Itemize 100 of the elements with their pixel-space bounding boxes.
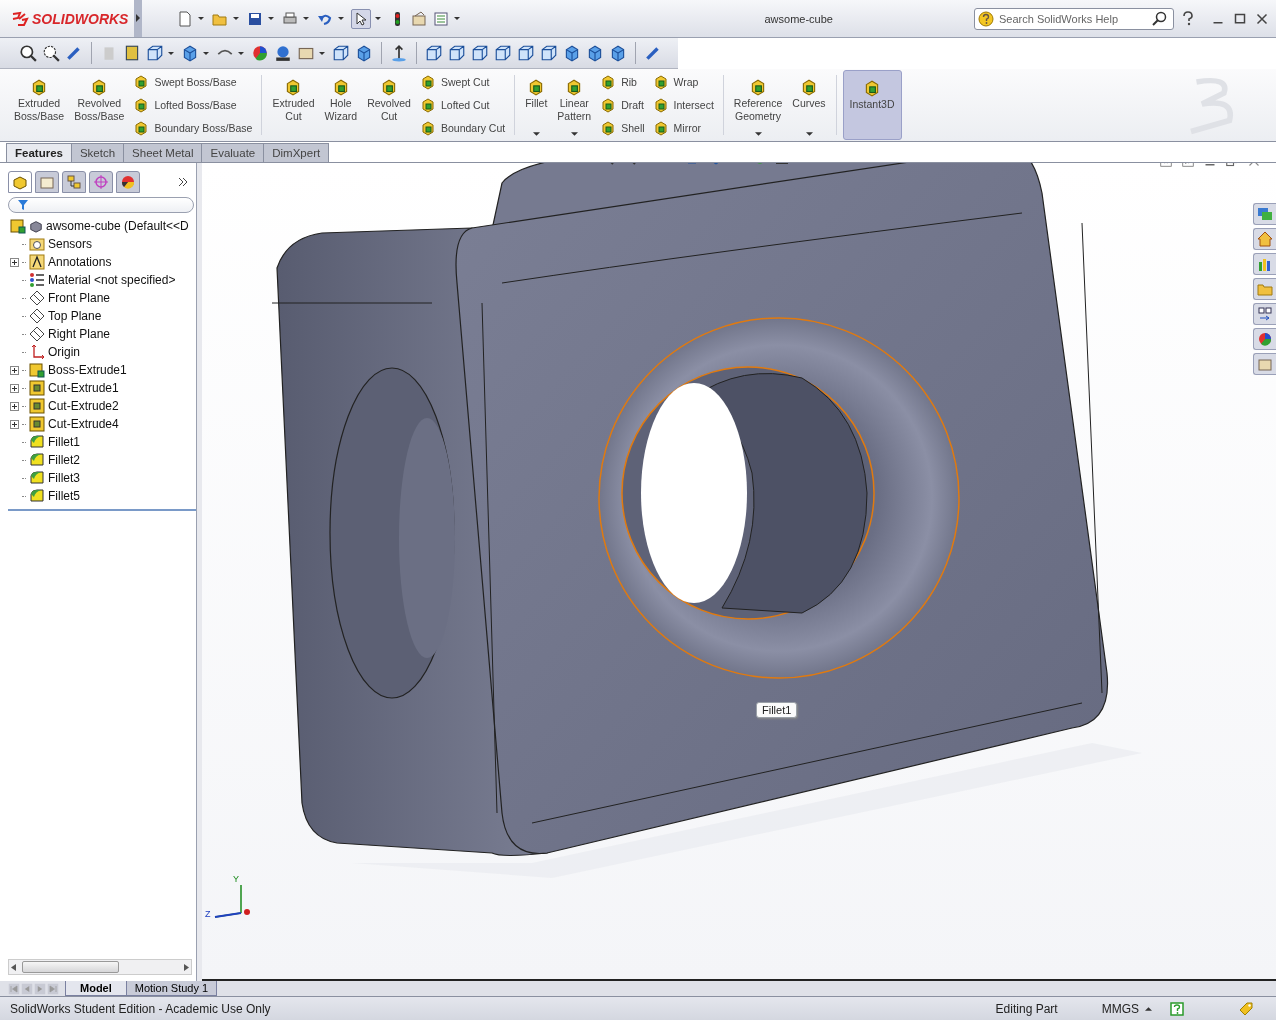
- tree-item[interactable]: Fillet2: [48, 453, 80, 467]
- caret-up-icon[interactable]: [1145, 1006, 1152, 1011]
- maximize-icon[interactable]: [1234, 12, 1246, 25]
- command-button[interactable]: Shell: [597, 119, 648, 136]
- help-icon[interactable]: [1180, 10, 1196, 27]
- caret-icon[interactable]: [238, 51, 244, 55]
- tree-item[interactable]: Cut-Extrude1: [48, 381, 119, 395]
- tree-item[interactable]: awsome-cube (Default<<D: [46, 219, 189, 233]
- library-icon[interactable]: [1257, 256, 1273, 272]
- tree-item[interactable]: Sensors: [48, 237, 93, 251]
- command-button[interactable]: Curves: [788, 69, 830, 141]
- command-button[interactable]: Lofted Boss/Base: [130, 97, 256, 113]
- tree-item[interactable]: Cut-Extrude2: [48, 399, 119, 413]
- scroll-left-icon[interactable]: [11, 963, 17, 971]
- caret-icon[interactable]: [198, 17, 205, 20]
- isometric-view-icon[interactable]: [563, 44, 581, 62]
- checklist-icon[interactable]: [432, 9, 451, 28]
- command-tab[interactable]: Sketch: [70, 143, 125, 162]
- tree-item[interactable]: Material <not specified>: [48, 273, 176, 287]
- command-button[interactable]: Revolved Boss/Base: [70, 69, 129, 141]
- caret-icon[interactable]: [319, 51, 325, 55]
- caret-icon[interactable]: [571, 132, 579, 136]
- command-button[interactable]: Boundary Cut: [416, 119, 509, 136]
- caret-icon[interactable]: [303, 17, 310, 20]
- bottom-view-icon[interactable]: [540, 44, 558, 62]
- tree-item[interactable]: Cut-Extrude4: [48, 417, 119, 431]
- solidworks-logo[interactable]: SOLIDWORKS: [0, 0, 135, 37]
- normal-to-icon[interactable]: [390, 44, 408, 62]
- tree-item[interactable]: Annotations: [48, 255, 112, 269]
- tree-item[interactable]: Top Plane: [48, 309, 102, 323]
- scroll-right-icon[interactable]: [183, 963, 189, 971]
- document-tab[interactable]: Motion Study 1: [125, 981, 218, 996]
- tree-item[interactable]: Fillet1: [48, 435, 80, 449]
- graphics-area[interactable]: Fillet1 Y Z: [202, 163, 1276, 981]
- expand-toggle-icon[interactable]: [10, 401, 19, 411]
- command-button[interactable]: Extruded Cut: [268, 69, 319, 141]
- command-tab[interactable]: Features: [6, 143, 72, 162]
- command-button[interactable]: Swept Cut: [416, 74, 509, 91]
- search-field[interactable]: Search SolidWorks Help: [974, 7, 1174, 30]
- search-icon[interactable]: [1152, 10, 1168, 27]
- command-button[interactable]: Hole Wizard: [320, 69, 362, 141]
- select-pointer-icon[interactable]: [351, 8, 372, 29]
- trimetric-view-icon[interactable]: [586, 44, 604, 62]
- right-view-icon[interactable]: [494, 44, 512, 62]
- expand-toggle-icon[interactable]: [10, 257, 19, 267]
- filter-field[interactable]: [8, 197, 194, 213]
- dimxpert-manager-icon[interactable]: [93, 174, 109, 190]
- front-view-icon[interactable]: [425, 44, 443, 62]
- configuration-manager-icon[interactable]: [66, 174, 82, 190]
- caret-icon[interactable]: [338, 17, 345, 20]
- view-palette-icon[interactable]: [1257, 306, 1273, 322]
- caret-icon[interactable]: [755, 132, 763, 136]
- tree-item[interactable]: Origin: [48, 345, 80, 359]
- top-view-icon[interactable]: [517, 44, 535, 62]
- tree-item[interactable]: Right Plane: [48, 327, 111, 341]
- display-manager-icon[interactable]: [120, 174, 136, 190]
- tag-icon[interactable]: [1238, 1000, 1254, 1017]
- display-style-icon[interactable]: [181, 44, 199, 62]
- command-tab[interactable]: DimXpert: [263, 143, 330, 162]
- command-tab[interactable]: Sheet Metal: [123, 143, 203, 162]
- caret-icon[interactable]: [168, 51, 174, 55]
- caret-icon[interactable]: [533, 132, 541, 136]
- resources-icon[interactable]: [1257, 206, 1273, 222]
- feature-tag[interactable]: Fillet1: [756, 702, 798, 718]
- command-button[interactable]: Mirror: [649, 119, 717, 136]
- command-button[interactable]: Extruded Boss/Base: [10, 69, 69, 141]
- caret-icon[interactable]: [268, 17, 275, 20]
- command-button[interactable]: Revolved Cut: [363, 69, 415, 141]
- appearances-icon[interactable]: [1257, 331, 1273, 347]
- command-button[interactable]: Boundary Boss/Base: [130, 119, 256, 136]
- command-button[interactable]: Swept Boss/Base: [130, 74, 256, 91]
- command-button[interactable]: Reference Geometry: [729, 69, 787, 141]
- home-icon[interactable]: [1257, 231, 1273, 247]
- command-button[interactable]: Fillet: [521, 69, 552, 141]
- horizontal-scrollbar[interactable]: [8, 959, 192, 975]
- zoom-to-fit-icon[interactable]: [19, 44, 37, 62]
- command-button[interactable]: Lofted Cut: [416, 97, 509, 113]
- expand-toggle-icon[interactable]: [10, 365, 19, 375]
- left-view-icon[interactable]: [471, 44, 489, 62]
- panel-splitter-handle[interactable]: [197, 163, 202, 981]
- scene-icon[interactable]: [274, 44, 292, 62]
- feature-manager-icon[interactable]: [12, 174, 28, 190]
- caret-icon[interactable]: [805, 132, 813, 136]
- expand-toggle-icon[interactable]: [10, 383, 19, 393]
- dimetric-view-icon[interactable]: [609, 44, 627, 62]
- help-icon[interactable]: [1170, 1001, 1184, 1016]
- command-tab[interactable]: Evaluate: [201, 143, 265, 162]
- zoom-area-icon[interactable]: [42, 44, 60, 62]
- expand-toggle-icon[interactable]: [10, 419, 19, 429]
- appearance-icon[interactable]: [251, 44, 269, 62]
- command-button[interactable]: Intersect: [649, 97, 717, 113]
- expand-icon[interactable]: [178, 177, 188, 187]
- view-orientation-icon[interactable]: [146, 44, 164, 62]
- caret-icon[interactable]: [233, 17, 240, 20]
- document-tab[interactable]: Model: [65, 981, 127, 996]
- command-button[interactable]: Wrap: [649, 74, 717, 91]
- scroll-thumb[interactable]: [22, 961, 119, 973]
- units-selector[interactable]: MMGS: [1101, 1001, 1139, 1016]
- menu-expand-icon[interactable]: [134, 0, 143, 37]
- command-button[interactable]: Rib: [597, 74, 648, 91]
